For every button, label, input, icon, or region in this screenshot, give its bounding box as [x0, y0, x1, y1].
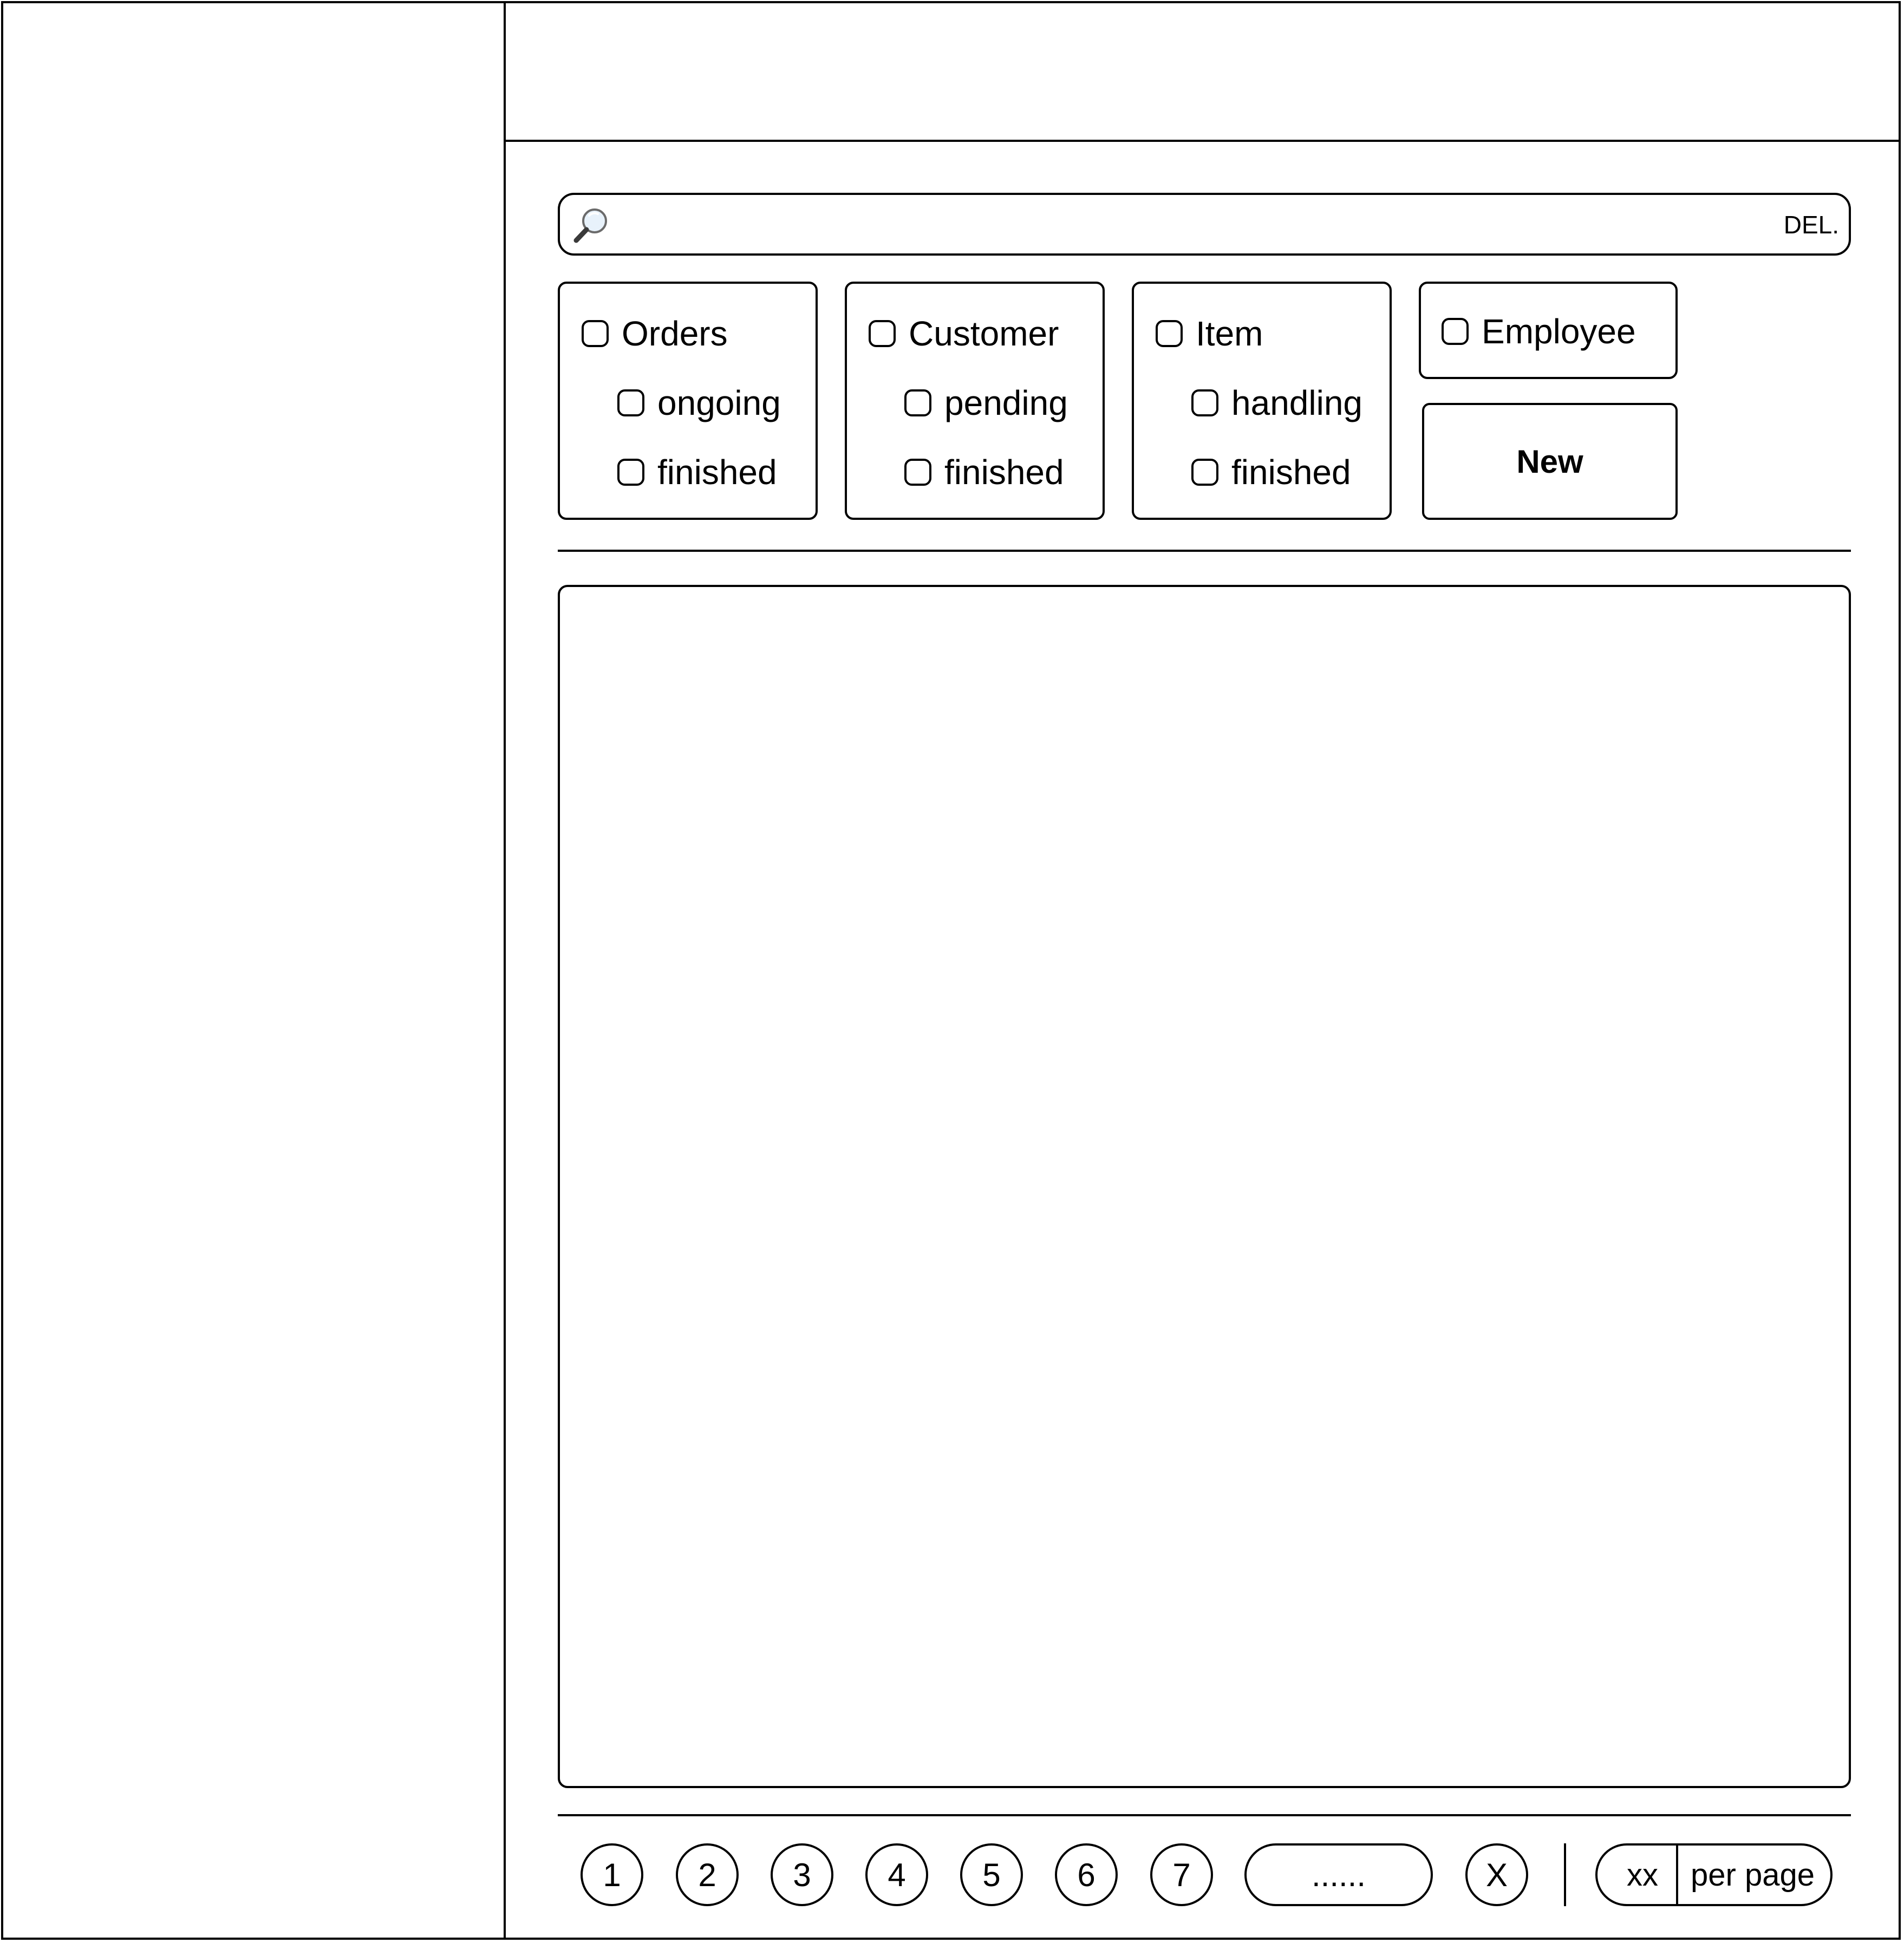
customer-label: Customer: [909, 314, 1059, 353]
item-handling-checkbox[interactable]: handling: [1191, 381, 1362, 425]
per-page-divider: [1676, 1846, 1678, 1904]
per-page-count: xx: [1627, 1857, 1658, 1893]
checkbox-icon: [1191, 389, 1218, 416]
page-2-button[interactable]: 2: [676, 1843, 739, 1906]
orders-ongoing-label: ongoing: [657, 383, 781, 422]
orders-finished-label: finished: [657, 453, 777, 492]
header-bar: [505, 1, 1901, 142]
search-bar: DEL.: [558, 193, 1851, 256]
checkbox-icon: [869, 320, 896, 347]
last-page-button[interactable]: X: [1465, 1843, 1528, 1906]
customer-pending-label: pending: [944, 383, 1068, 422]
search-input[interactable]: [620, 199, 1737, 250]
employee-checkbox[interactable]: Employee: [1442, 310, 1636, 353]
checkbox-icon: [904, 459, 931, 486]
divider: [558, 550, 1851, 552]
divider: [558, 1814, 1851, 1816]
clear-search-button[interactable]: DEL.: [1784, 211, 1839, 238]
customer-finished-label: finished: [944, 453, 1064, 492]
item-finished-label: finished: [1231, 453, 1351, 492]
orders-filter-group: Orders ongoing finished: [558, 282, 818, 520]
more-pages-button[interactable]: ......: [1244, 1843, 1433, 1906]
checkbox-icon: [582, 320, 609, 347]
customer-finished-checkbox[interactable]: finished: [904, 451, 1064, 494]
item-label: Item: [1196, 314, 1263, 353]
checkbox-icon: [1156, 320, 1183, 347]
orders-ongoing-checkbox[interactable]: ongoing: [617, 381, 781, 425]
orders-finished-checkbox[interactable]: finished: [617, 451, 777, 494]
orders-checkbox[interactable]: Orders: [582, 312, 728, 355]
page-6-button[interactable]: 6: [1055, 1843, 1118, 1906]
employee-label: Employee: [1482, 312, 1636, 351]
checkbox-icon: [1191, 459, 1218, 486]
item-handling-label: handling: [1231, 383, 1362, 422]
page-5-button[interactable]: 5: [960, 1843, 1023, 1906]
new-button[interactable]: New: [1422, 403, 1678, 520]
pagination-separator: [1564, 1843, 1566, 1906]
customer-pending-checkbox[interactable]: pending: [904, 381, 1068, 425]
checkbox-icon: [904, 389, 931, 416]
page-4-button[interactable]: 4: [865, 1843, 928, 1906]
per-page-label: per page: [1691, 1857, 1815, 1893]
checkbox-icon: [1442, 318, 1469, 345]
employee-filter-group: Employee: [1419, 282, 1678, 379]
page-7-button[interactable]: 7: [1150, 1843, 1213, 1906]
checkbox-icon: [617, 459, 644, 486]
page-1-button[interactable]: 1: [581, 1843, 643, 1906]
results-panel: [558, 585, 1851, 1788]
item-filter-group: Item handling finished: [1132, 282, 1392, 520]
page-3-button[interactable]: 3: [771, 1843, 833, 1906]
magnifier-icon: [573, 208, 607, 243]
sidebar: [1, 1, 506, 1940]
customer-checkbox[interactable]: Customer: [869, 312, 1059, 355]
item-finished-checkbox[interactable]: finished: [1191, 451, 1351, 494]
checkbox-icon: [617, 389, 644, 416]
item-checkbox[interactable]: Item: [1156, 312, 1263, 355]
per-page-selector[interactable]: xx per page: [1595, 1843, 1833, 1906]
orders-label: Orders: [622, 314, 728, 353]
customer-filter-group: Customer pending finished: [845, 282, 1105, 520]
